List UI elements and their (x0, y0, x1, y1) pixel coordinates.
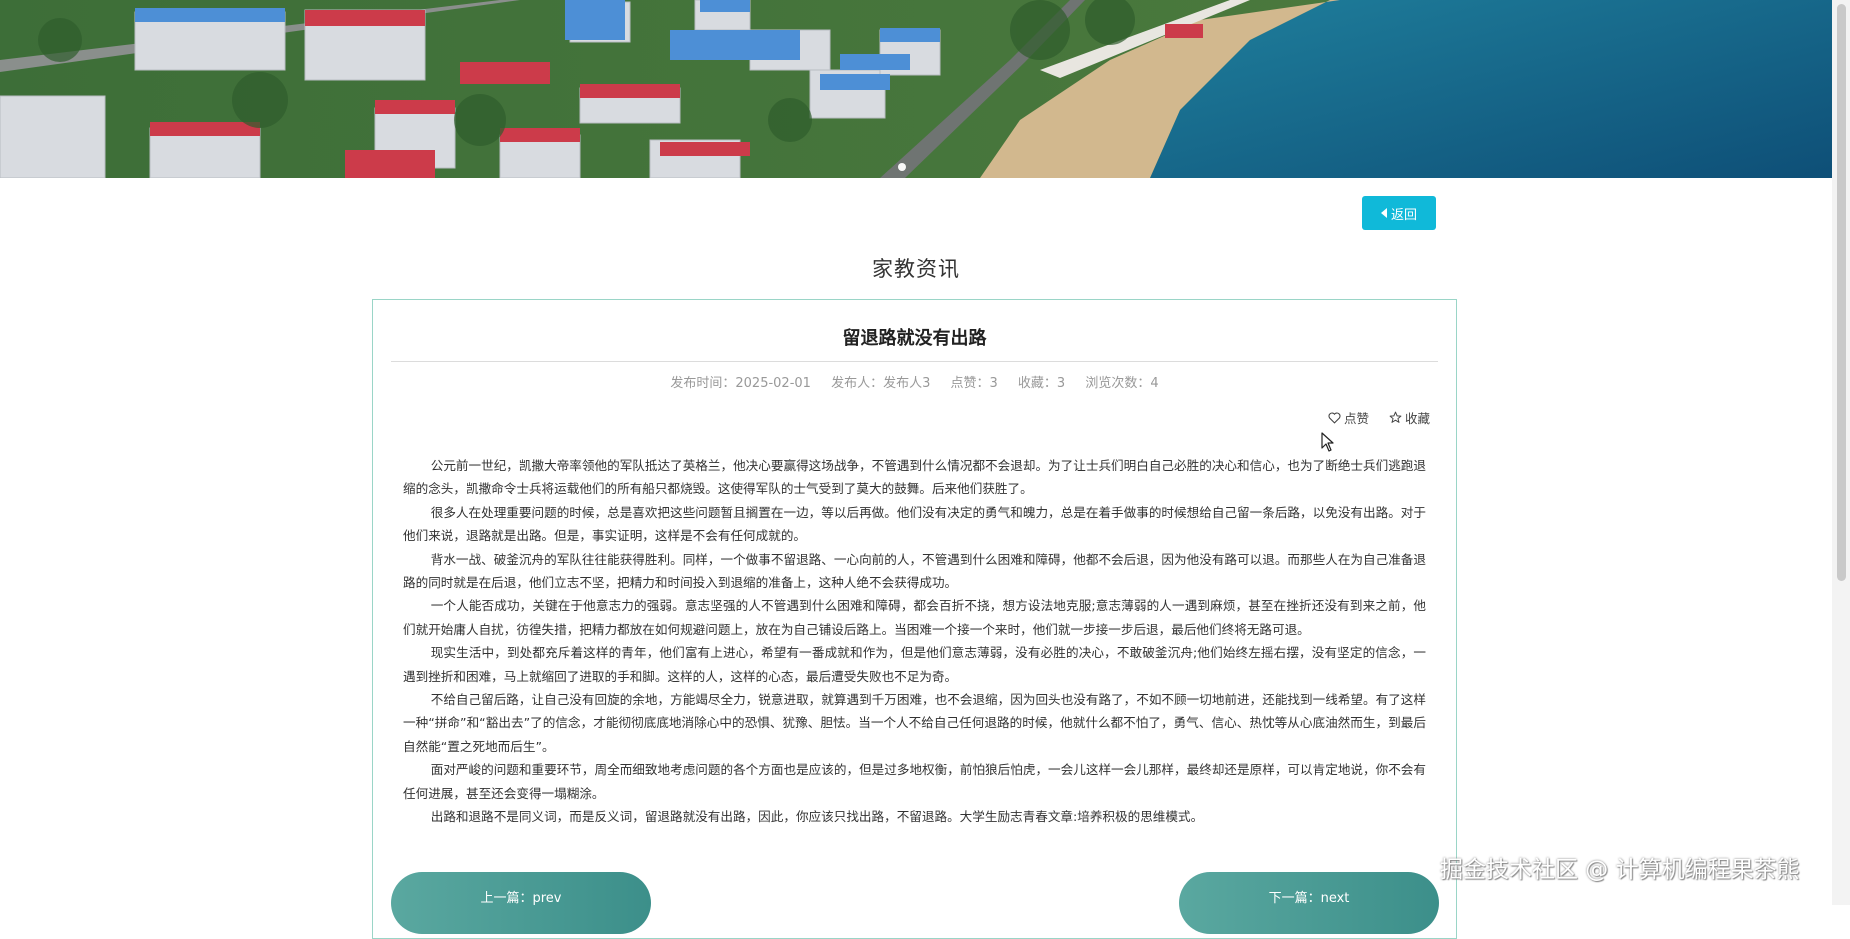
title-divider (391, 361, 1438, 362)
article-content: 公元前一世纪，凯撒大帝率领他的军队抵达了英格兰，他决心要赢得这场战争，不管遇到什… (403, 454, 1426, 829)
back-button-label: 返回 (1390, 207, 1417, 223)
article-card: 留退路就没有出路 发布时间：2025-02-01 发布人：发布人3 点赞：3 收… (372, 299, 1457, 939)
meta-publisher: 发布人：发布人3 (831, 376, 931, 391)
coastal-town-photo-icon (0, 0, 1832, 178)
caret-left-icon (1380, 208, 1387, 218)
article-paragraph: 出路和退路不是同义词，而是反义词，留退路就没有出路，因此，你应该只找出路，不留退… (430, 809, 1204, 825)
article-paragraph: 面对严峻的问题和重要环节，周全而细致地考虑问题的各个方面也是应该的，但是过多地权… (403, 762, 1426, 801)
page-scrollbar[interactable] (1832, 0, 1850, 905)
article-title: 留退路就没有出路 (842, 328, 987, 349)
article-paragraph: 很多人在处理重要问题的时候，总是喜欢把这些问题暂且搁置在一边，等以后再做。他们没… (403, 504, 1426, 544)
favorite-button[interactable]: 收藏 (1389, 408, 1430, 427)
favorite-label: 收藏 (1404, 411, 1430, 426)
article-meta: 发布时间：2025-02-01 发布人：发布人3 点赞：3 收藏：3 浏览次数：… (373, 372, 1456, 391)
star-icon (1389, 411, 1402, 423)
section-title: 家教资讯 (872, 257, 960, 281)
watermark: 掘金技术社区 @ 计算机编程果茶熊 (1440, 857, 1800, 883)
article-paragraph: 背水一战、破釜沉舟的军队往往能获得胜利。同样，一个做事不留退路、一心向前的人，不… (403, 551, 1426, 591)
next-article-button[interactable]: 下一篇：next (1179, 872, 1439, 934)
meta-publish-time: 发布时间：2025-02-01 (670, 376, 811, 391)
article-actions: 点赞 收藏 (1328, 408, 1430, 427)
article-paragraph: 一个人能否成功，关键在于他意志力的强弱。意志坚强的人不管遇到什么困难和障碍，都会… (403, 598, 1426, 637)
banner-image (0, 0, 1832, 178)
carousel-indicator-dot[interactable] (898, 163, 906, 171)
scrollbar-thumb[interactable] (1837, 4, 1846, 581)
heart-icon (1328, 411, 1341, 424)
meta-views: 浏览次数：4 (1085, 376, 1159, 391)
meta-favorites: 收藏：3 (1017, 376, 1066, 391)
back-button[interactable]: 返回 (1362, 196, 1436, 230)
article-paragraph: 现实生活中，到处都充斥着这样的青年，他们富有上进心，希望有一番成就和作为，但是他… (403, 645, 1426, 684)
mouse-pointer-icon (1321, 432, 1334, 452)
article-paragraph: 公元前一世纪，凯撒大帝率领他的军队抵达了英格兰，他决心要赢得这场战争，不管遇到什… (403, 458, 1426, 497)
meta-likes: 点赞：3 (950, 376, 998, 391)
article-paragraph: 不给自己留后路，让自己没有回旋的余地，方能竭尽全力，锐意进取，就算遇到千万困难，… (403, 692, 1426, 754)
prev-article-button[interactable]: 上一篇：prev (391, 872, 651, 934)
like-label: 点赞 (1343, 411, 1369, 426)
like-button[interactable]: 点赞 (1328, 408, 1369, 427)
